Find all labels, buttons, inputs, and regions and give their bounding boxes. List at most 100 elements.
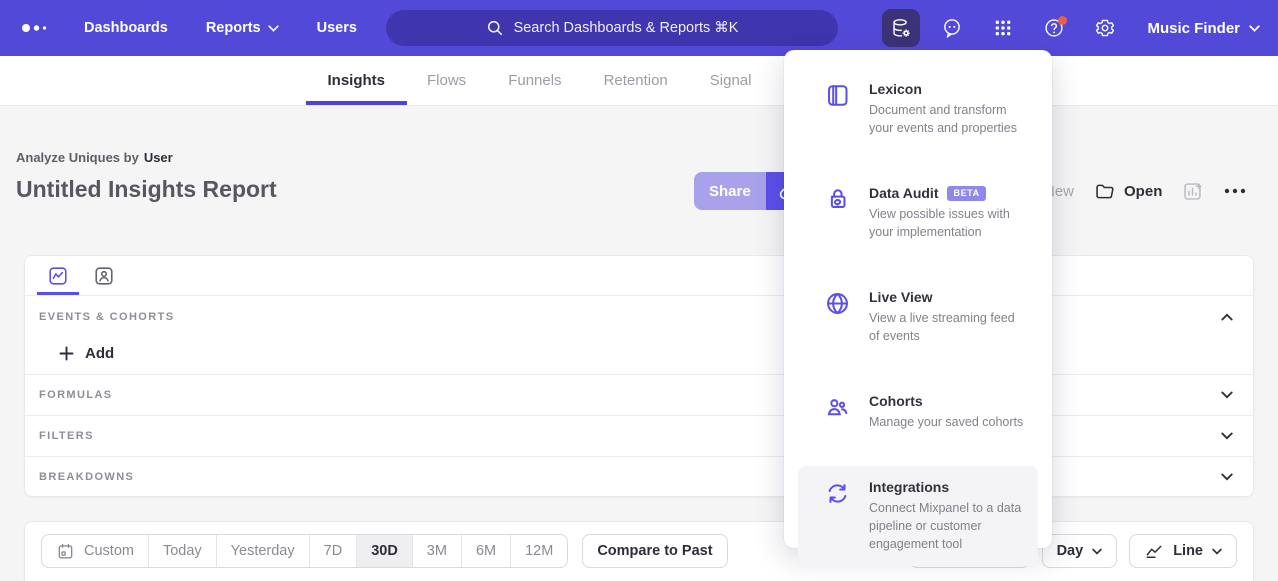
- tab-flows[interactable]: Flows: [425, 56, 468, 105]
- range-6m[interactable]: 6M: [461, 535, 510, 567]
- beta-badge: BETA: [947, 186, 985, 201]
- apps-grid-icon[interactable]: [984, 9, 1022, 47]
- interval-selector[interactable]: Day: [1042, 534, 1118, 568]
- search-icon: [486, 19, 504, 37]
- nav-users-label: Users: [317, 20, 357, 36]
- chevron-up-icon[interactable]: [1221, 313, 1233, 321]
- share-button[interactable]: Share: [694, 172, 766, 210]
- cohorts-people-icon: [824, 393, 852, 431]
- section-breakdowns[interactable]: BREAKDOWNS: [25, 456, 1253, 497]
- range-custom[interactable]: Custom: [42, 535, 148, 567]
- menu-item-description: Connect Mixpanel to a data pipeline or c…: [869, 501, 1021, 551]
- chevron-down-icon[interactable]: [1221, 391, 1233, 399]
- line-chart-icon: [1144, 541, 1164, 561]
- menu-item-integrations[interactable]: Integrations Connect Mixpanel to a data …: [798, 466, 1038, 566]
- nav-reports[interactable]: Reports: [206, 20, 279, 36]
- menu-item-title: Lexicon: [869, 81, 922, 97]
- open-label: Open: [1124, 183, 1162, 200]
- menu-item-title: Live View: [869, 289, 933, 305]
- profiles-view-tab[interactable]: [81, 256, 127, 295]
- query-builder-card: EVENTS & COHORTS Add FORMULAS FILTERS BR…: [24, 255, 1254, 497]
- mixpanel-app: Dashboards Reports Users Search Dashboar…: [0, 0, 1278, 581]
- menu-item-live-view[interactable]: Live View View a live streaming feed of …: [798, 276, 1038, 358]
- header-actions: New Open: [1044, 172, 1247, 210]
- page-title[interactable]: Untitled Insights Report: [16, 176, 277, 203]
- folder-icon: [1094, 181, 1115, 202]
- feedback-icon[interactable]: [933, 9, 971, 47]
- range-3m[interactable]: 3M: [412, 535, 461, 567]
- compare-to-past-button[interactable]: Compare to Past: [582, 534, 727, 568]
- tab-insights[interactable]: Insights: [326, 56, 388, 105]
- chevron-down-icon: [1212, 548, 1222, 555]
- menu-item-lexicon[interactable]: Lexicon Document and transform your even…: [798, 68, 1038, 150]
- range-custom-label: Custom: [84, 543, 134, 559]
- mixpanel-logo-icon[interactable]: [20, 19, 54, 37]
- data-management-icon[interactable]: [882, 9, 920, 47]
- open-button[interactable]: Open: [1094, 181, 1162, 202]
- menu-item-cohorts[interactable]: Cohorts Manage your saved cohorts: [798, 380, 1038, 444]
- live-view-globe-icon: [824, 289, 852, 345]
- settings-gear-icon[interactable]: [1086, 9, 1124, 47]
- date-range-segmented-control: Custom Today Yesterday 7D 30D 3M 6M 12M: [41, 534, 568, 568]
- chart-type-label: Line: [1173, 543, 1203, 559]
- range-yesterday[interactable]: Yesterday: [216, 535, 309, 567]
- chart-toolbar-card: Custom Today Yesterday 7D 30D 3M 6M 12M …: [24, 521, 1254, 581]
- section-events-cohorts[interactable]: EVENTS & COHORTS: [25, 296, 1253, 332]
- menu-item-description: Document and transform your events and p…: [869, 103, 1017, 135]
- add-label: Add: [85, 345, 114, 362]
- profile-tab-icon: [93, 265, 115, 287]
- data-management-dropdown: Lexicon Document and transform your even…: [784, 50, 1052, 548]
- range-7d[interactable]: 7D: [309, 535, 357, 567]
- nav-users[interactable]: Users: [317, 20, 357, 36]
- add-event-button[interactable]: Add: [59, 345, 114, 362]
- plus-icon: [59, 346, 74, 361]
- range-12m[interactable]: 12M: [510, 535, 567, 567]
- section-formulas[interactable]: FORMULAS: [25, 374, 1253, 415]
- menu-item-description: View possible issues with your implement…: [869, 207, 1010, 239]
- menu-item-title: Cohorts: [869, 393, 923, 409]
- tab-retention[interactable]: Retention: [602, 56, 670, 105]
- menu-item-description: View a live streaming feed of events: [869, 311, 1015, 343]
- chevron-down-icon[interactable]: [1221, 432, 1233, 440]
- line-chart-tab-icon: [47, 265, 69, 287]
- nav-dashboards-label: Dashboards: [84, 20, 168, 36]
- date-controls: Custom Today Yesterday 7D 30D 3M 6M 12M …: [41, 534, 728, 568]
- menu-item-data-audit[interactable]: Data Audit BETA View possible issues wit…: [798, 172, 1038, 254]
- project-selector[interactable]: Music Finder: [1147, 20, 1260, 37]
- section-filters[interactable]: FILTERS: [25, 415, 1253, 456]
- lexicon-book-icon: [824, 81, 852, 137]
- search-input[interactable]: Search Dashboards & Reports ⌘K: [386, 10, 838, 46]
- analyze-line: Analyze Uniques by User: [16, 150, 173, 165]
- analyze-entity[interactable]: User: [144, 150, 173, 165]
- chart-type-selector[interactable]: Line: [1129, 534, 1237, 568]
- menu-item-title: Data Audit: [869, 185, 938, 201]
- menu-item-title: Integrations: [869, 479, 949, 495]
- tab-funnels[interactable]: Funnels: [506, 56, 563, 105]
- section-formulas-label: FORMULAS: [39, 389, 113, 401]
- help-notification-dot: [1058, 16, 1067, 25]
- help-icon[interactable]: [1035, 9, 1073, 47]
- calendar-icon: [56, 542, 75, 561]
- events-view-tab[interactable]: [35, 256, 81, 295]
- top-nav: Dashboards Reports Users Search Dashboar…: [0, 0, 1278, 56]
- chevron-down-icon: [268, 25, 279, 32]
- nav-right-group: Music Finder: [882, 0, 1260, 56]
- nav-dashboards[interactable]: Dashboards: [84, 20, 168, 36]
- project-name: Music Finder: [1147, 20, 1240, 37]
- integrations-sync-icon: [824, 479, 852, 553]
- analyze-prefix: Analyze Uniques by: [16, 150, 139, 165]
- add-to-dashboard-icon[interactable]: [1182, 181, 1203, 202]
- search-placeholder: Search Dashboards & Reports ⌘K: [514, 20, 739, 36]
- more-options-button[interactable]: [1223, 187, 1247, 195]
- builder-view-tabs: [25, 256, 1253, 296]
- chevron-down-icon[interactable]: [1221, 473, 1233, 481]
- menu-item-description: Manage your saved cohorts: [869, 415, 1023, 429]
- nav-reports-label: Reports: [206, 20, 261, 36]
- section-filters-label: FILTERS: [39, 430, 94, 442]
- section-events-label: EVENTS & COHORTS: [39, 311, 174, 323]
- range-30d[interactable]: 30D: [356, 535, 412, 567]
- tab-signal[interactable]: Signal: [708, 56, 754, 105]
- report-tabbar: Insights Flows Funnels Retention Signal …: [0, 56, 1278, 106]
- chevron-down-icon: [1092, 548, 1102, 555]
- range-today[interactable]: Today: [148, 535, 216, 567]
